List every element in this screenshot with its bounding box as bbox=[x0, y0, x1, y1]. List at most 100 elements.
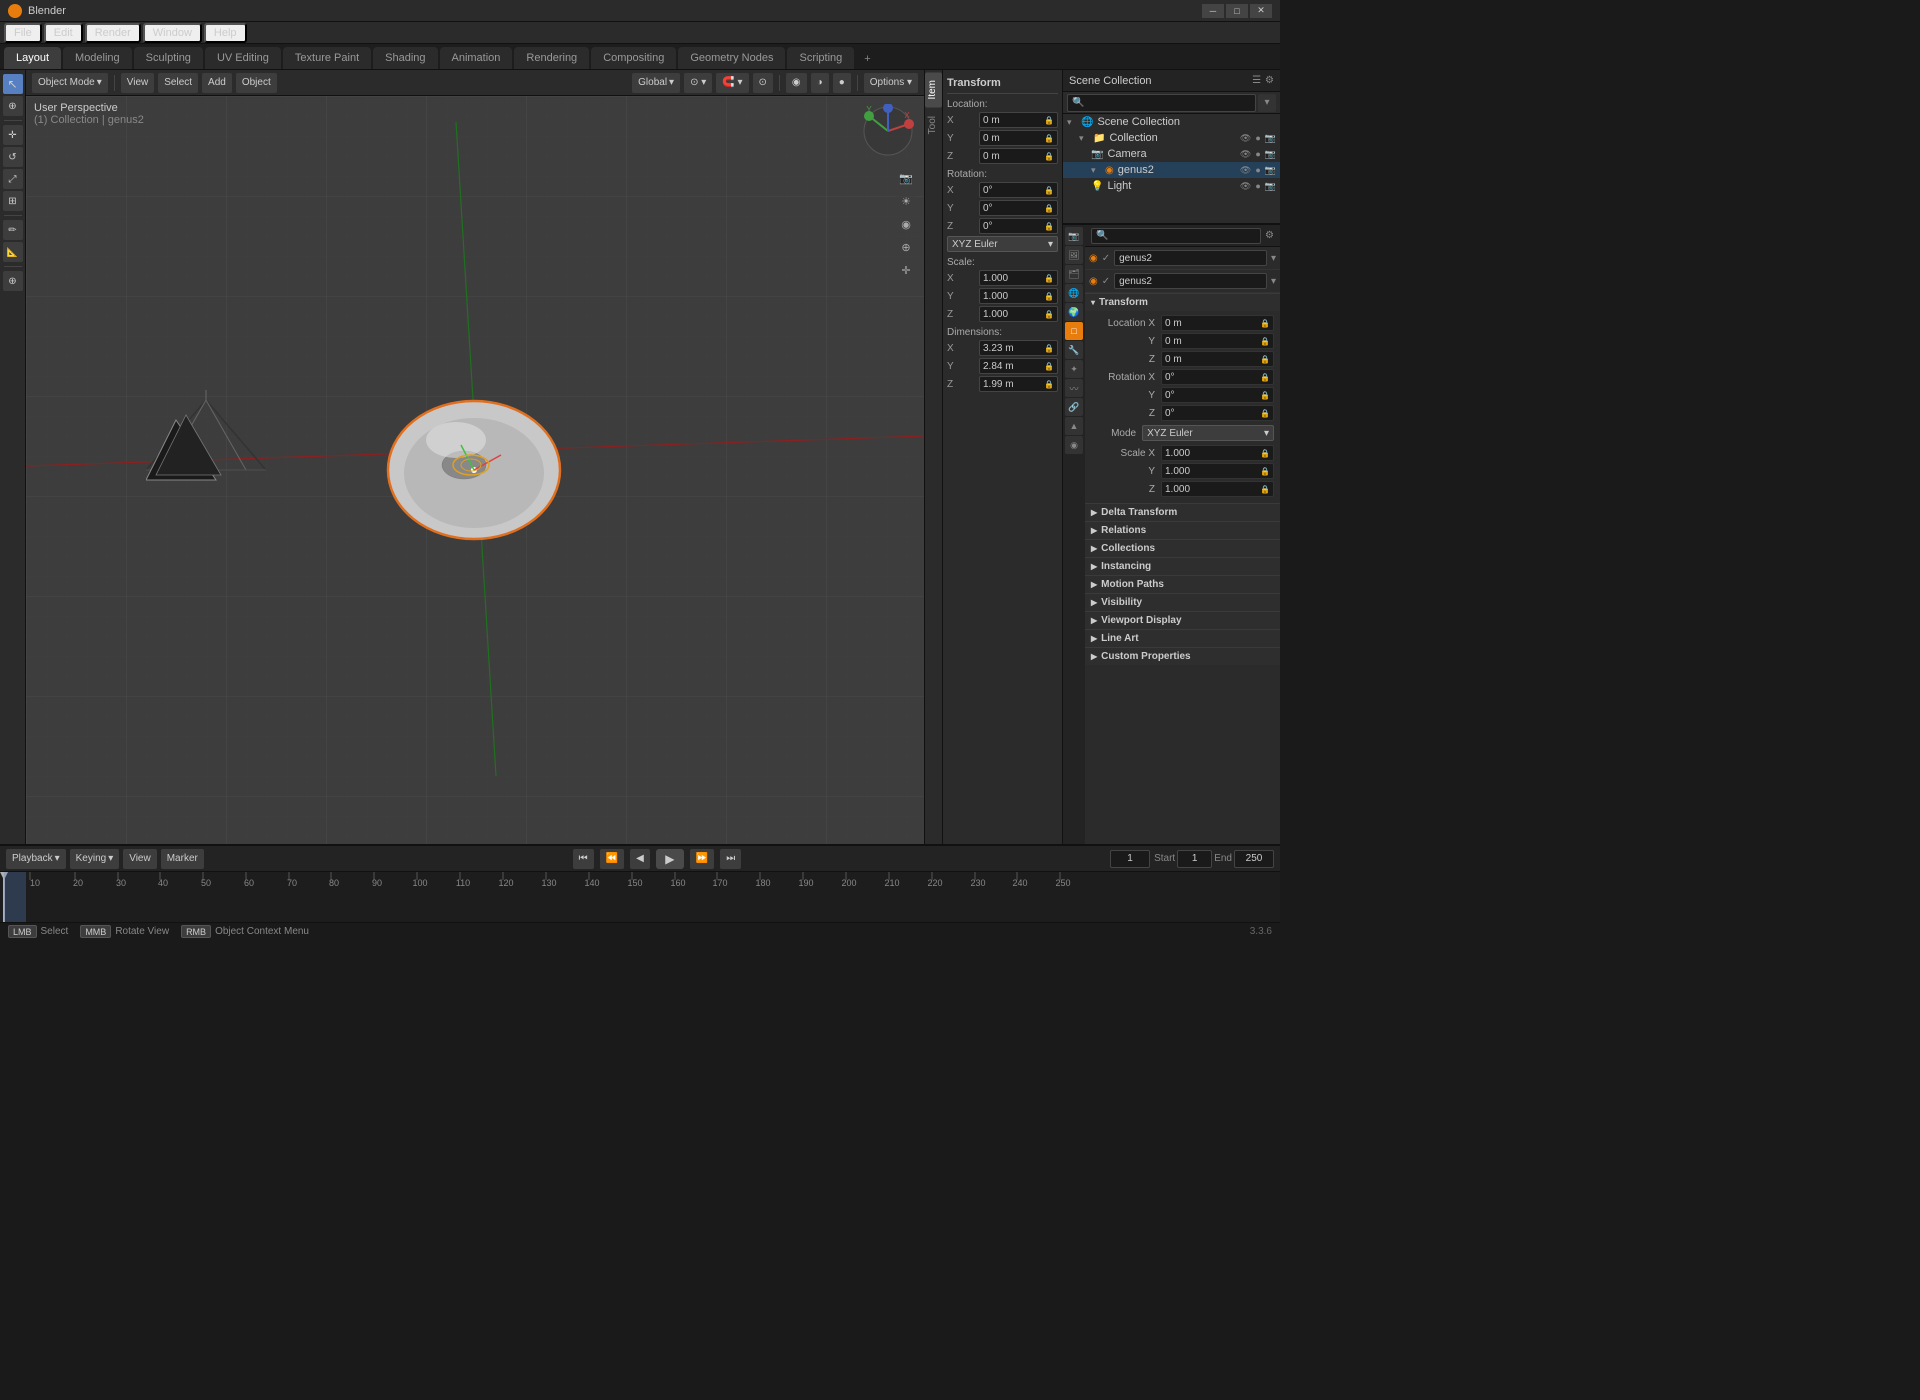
tab-rendering[interactable]: Rendering bbox=[514, 47, 589, 69]
scale-z-field[interactable]: 1.000 🔒 bbox=[979, 306, 1058, 322]
motion-paths-header[interactable]: ▶ Motion Paths bbox=[1085, 576, 1280, 593]
tab-sculpting[interactable]: Sculpting bbox=[134, 47, 203, 69]
global-transform-button[interactable]: Global ▾ bbox=[632, 73, 680, 93]
view-menu[interactable]: View bbox=[123, 849, 157, 869]
frame-end-input[interactable] bbox=[1234, 850, 1274, 868]
tab-uv-editing[interactable]: UV Editing bbox=[205, 47, 281, 69]
cursor-tool-button[interactable]: ⊕ bbox=[3, 96, 23, 116]
scale-x-field[interactable]: 1.000 🔒 bbox=[979, 270, 1058, 286]
obj-name-field[interactable] bbox=[1114, 250, 1267, 266]
light-render-btn[interactable]: 📷 bbox=[1265, 181, 1276, 192]
dim-y-field[interactable]: 2.84 m 🔒 bbox=[979, 358, 1058, 374]
outliner-search-input[interactable] bbox=[1067, 94, 1256, 112]
playback-menu[interactable]: Playback ▾ bbox=[6, 849, 66, 869]
tab-animation[interactable]: Animation bbox=[440, 47, 513, 69]
timeline-ruler[interactable]: 10 20 30 40 50 60 70 80 90 100 bbox=[0, 872, 1280, 922]
mode-dropdown[interactable]: XYZ Euler▾ bbox=[1142, 425, 1274, 441]
minimize-button[interactable]: ─ bbox=[1202, 4, 1224, 18]
tab-texture-paint[interactable]: Texture Paint bbox=[283, 47, 371, 69]
rotation-z-field[interactable]: 0° 🔒 bbox=[979, 218, 1058, 234]
custom-props-header[interactable]: ▶ Custom Properties bbox=[1085, 648, 1280, 665]
visibility-header[interactable]: ▶ Visibility bbox=[1085, 594, 1280, 611]
genus2-render-btn[interactable]: 📷 bbox=[1265, 165, 1276, 176]
show-overlay-icon[interactable]: ⊕ bbox=[896, 237, 916, 257]
genus2-item[interactable]: ▾ ◉ genus2 👁 ● 📷 bbox=[1063, 162, 1280, 178]
menu-render[interactable]: Render bbox=[85, 23, 141, 43]
outliner-filter-icon-btn[interactable]: ▾ bbox=[1258, 94, 1276, 112]
add-menu-button[interactable]: Add bbox=[202, 73, 232, 93]
material-properties-icon[interactable]: ◉ bbox=[1065, 436, 1083, 454]
instancing-header[interactable]: ▶ Instancing bbox=[1085, 558, 1280, 575]
viewport-shading-solid[interactable]: ◉ bbox=[786, 73, 807, 93]
camera-view-icon[interactable]: 📷 bbox=[896, 168, 916, 188]
prev-frame-button[interactable]: ⏪ bbox=[600, 849, 624, 869]
material-preview-icon[interactable]: ◉ bbox=[896, 214, 916, 234]
menu-window[interactable]: Window bbox=[143, 23, 202, 43]
snapping-button[interactable]: 🧲 ▾ bbox=[716, 73, 748, 93]
obj-loc-x-field[interactable]: 0 m 🔒 bbox=[1161, 315, 1274, 331]
light-restrict-btn[interactable]: ● bbox=[1255, 181, 1260, 191]
viewport-gizmo[interactable]: X Y Z bbox=[861, 104, 916, 159]
genus2-restrict-btn[interactable]: ● bbox=[1255, 165, 1260, 175]
menu-help[interactable]: Help bbox=[204, 23, 247, 43]
light-icon[interactable]: ☀ bbox=[896, 191, 916, 211]
tab-item[interactable]: Item bbox=[925, 72, 942, 107]
data-name-options[interactable]: ▾ bbox=[1271, 276, 1276, 287]
show-gizmo-icon[interactable]: ✛ bbox=[896, 260, 916, 280]
data-name-field[interactable] bbox=[1114, 273, 1267, 289]
obj-props-options[interactable]: ⚙ bbox=[1265, 230, 1274, 241]
obj-rot-y-field[interactable]: 0° 🔒 bbox=[1161, 387, 1274, 403]
rotation-mode-dropdown[interactable]: XYZ Euler▾ bbox=[947, 236, 1058, 252]
object-mode-button[interactable]: Object Mode ▾ bbox=[32, 73, 108, 93]
object-menu-button[interactable]: Object bbox=[236, 73, 277, 93]
annotate-tool-button[interactable]: ✏ bbox=[3, 220, 23, 240]
obj-scl-x-field[interactable]: 1.000 🔒 bbox=[1161, 445, 1274, 461]
view-layer-icon[interactable]: 🗂 bbox=[1065, 265, 1083, 283]
tab-geometry-nodes[interactable]: Geometry Nodes bbox=[678, 47, 785, 69]
camera-item[interactable]: 📷 Camera 👁 ● 📷 bbox=[1063, 146, 1280, 162]
particles-icon[interactable]: ✦ bbox=[1065, 360, 1083, 378]
view-menu-button[interactable]: View bbox=[121, 73, 155, 93]
measure-tool-button[interactable]: 📐 bbox=[3, 242, 23, 262]
jump-end-button[interactable]: ⏭ bbox=[720, 849, 741, 869]
marker-menu[interactable]: Marker bbox=[161, 849, 204, 869]
tab-modeling[interactable]: Modeling bbox=[63, 47, 132, 69]
render-properties-icon[interactable]: 📷 bbox=[1065, 227, 1083, 245]
transform-pivot-button[interactable]: ⊙ ▾ bbox=[684, 73, 712, 93]
constraints-icon[interactable]: 🔗 bbox=[1065, 398, 1083, 416]
rotation-y-field[interactable]: 0° 🔒 bbox=[979, 200, 1058, 216]
world-properties-icon[interactable]: 🌍 bbox=[1065, 303, 1083, 321]
obj-rot-z-field[interactable]: 0° 🔒 bbox=[1161, 405, 1274, 421]
data-properties-icon[interactable]: ▲ bbox=[1065, 417, 1083, 435]
keying-menu[interactable]: Keying ▾ bbox=[70, 849, 120, 869]
add-tool-button[interactable]: ⊕ bbox=[3, 271, 23, 291]
location-x-field[interactable]: 0 m 🔒 bbox=[979, 112, 1058, 128]
scene-collection-item[interactable]: ▾ 🌐 Scene Collection bbox=[1063, 114, 1280, 130]
output-properties-icon[interactable]: 🖼 bbox=[1065, 246, 1083, 264]
relations-header[interactable]: ▶ Relations bbox=[1085, 522, 1280, 539]
location-y-field[interactable]: 0 m 🔒 bbox=[979, 130, 1058, 146]
proportional-edit-button[interactable]: ⊙ bbox=[753, 73, 773, 93]
obj-props-search[interactable] bbox=[1091, 228, 1261, 244]
move-tool-button[interactable]: ✛ bbox=[3, 125, 23, 145]
collection-eye-btn[interactable]: 👁 bbox=[1240, 133, 1251, 144]
location-z-field[interactable]: 0 m 🔒 bbox=[979, 148, 1058, 164]
viewport[interactable]: Object Mode ▾ View Select Add Object Glo… bbox=[26, 70, 924, 844]
obj-loc-z-field[interactable]: 0 m 🔒 bbox=[1161, 351, 1274, 367]
line-art-header[interactable]: ▶ Line Art bbox=[1085, 630, 1280, 647]
genus2-eye-btn[interactable]: 👁 bbox=[1240, 165, 1251, 176]
tab-tool[interactable]: Tool bbox=[925, 108, 942, 142]
scale-y-field[interactable]: 1.000 🔒 bbox=[979, 288, 1058, 304]
modifier-properties-icon[interactable]: 🔧 bbox=[1065, 341, 1083, 359]
add-workspace-button[interactable]: + bbox=[856, 49, 878, 69]
object-properties-icon[interactable]: □ bbox=[1065, 322, 1083, 340]
rotate-tool-button[interactable]: ↺ bbox=[3, 147, 23, 167]
collections-header[interactable]: ▶ Collections bbox=[1085, 540, 1280, 557]
close-button[interactable]: ✕ bbox=[1250, 4, 1272, 18]
light-eye-btn[interactable]: 👁 bbox=[1240, 181, 1251, 192]
tab-scripting[interactable]: Scripting bbox=[787, 47, 854, 69]
collection-item[interactable]: ▾ 📁 Collection 👁 ● 📷 bbox=[1063, 130, 1280, 146]
delta-transform-header[interactable]: ▶ Delta Transform bbox=[1085, 504, 1280, 521]
rotation-x-field[interactable]: 0° 🔒 bbox=[979, 182, 1058, 198]
menu-edit[interactable]: Edit bbox=[44, 23, 83, 43]
